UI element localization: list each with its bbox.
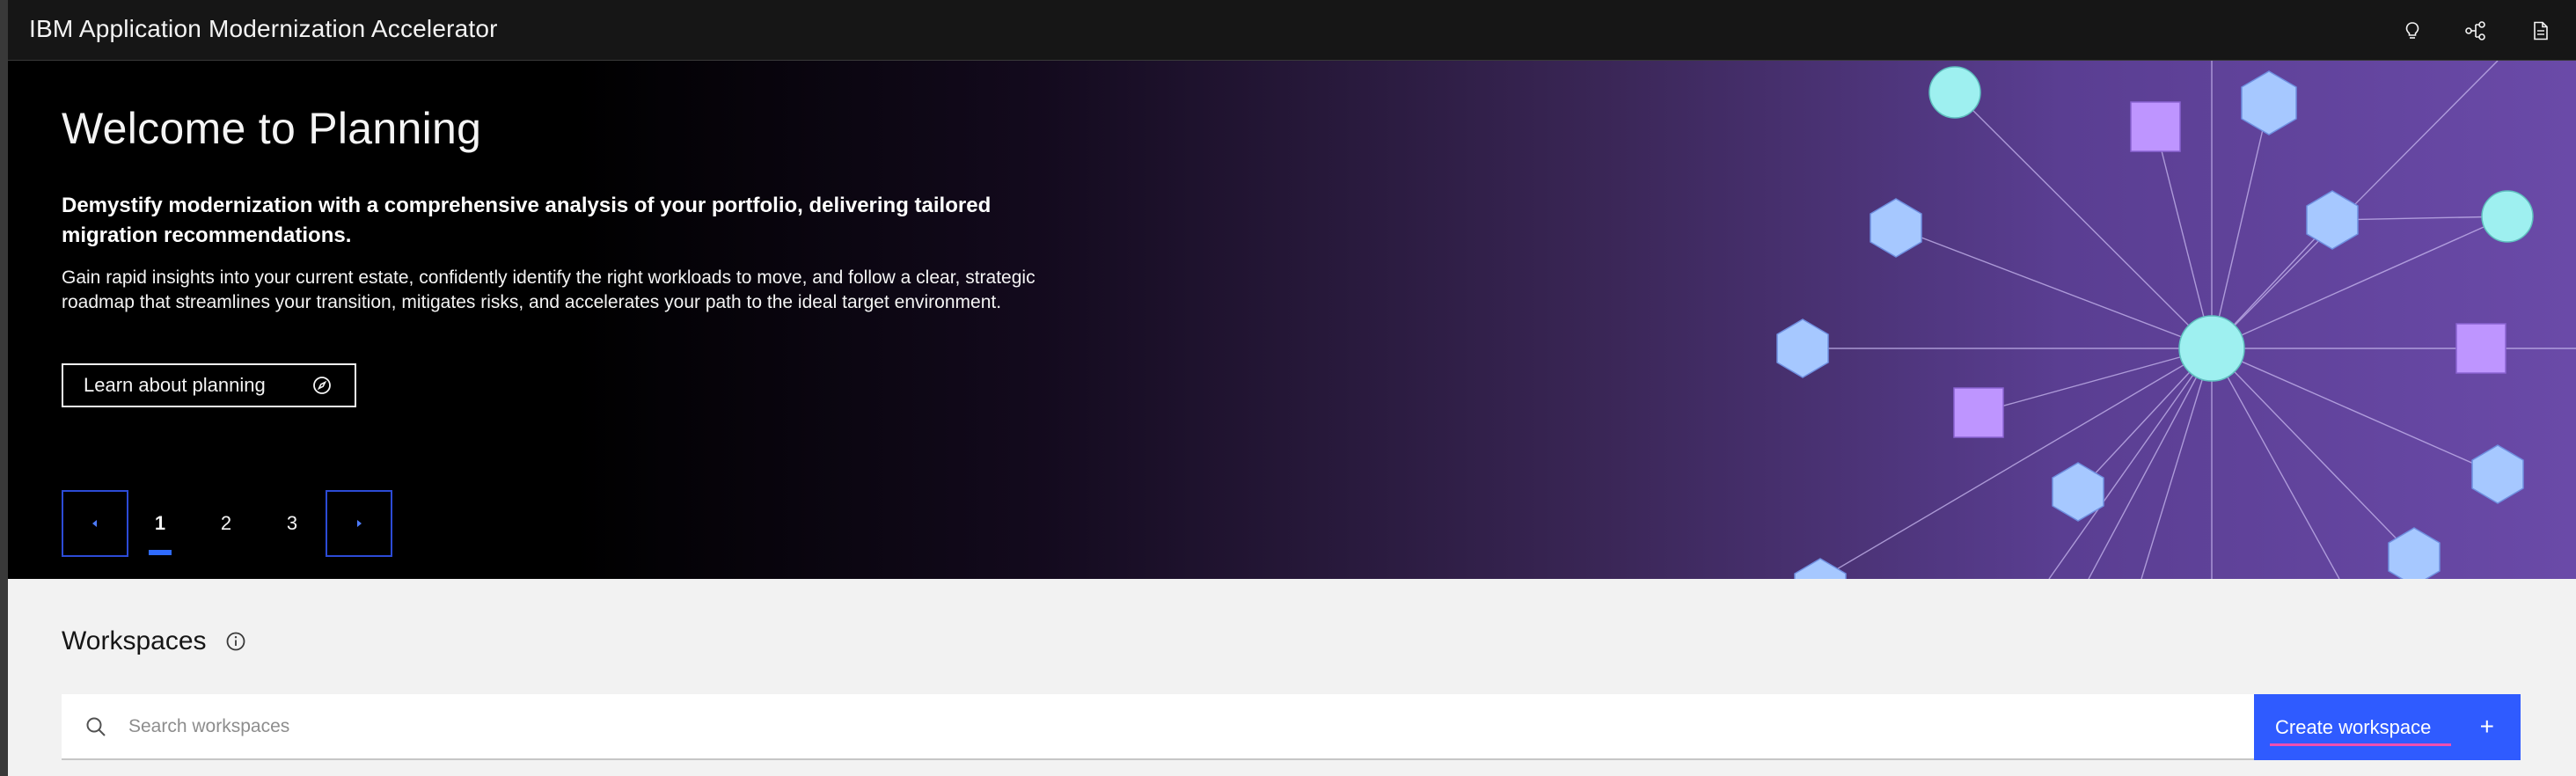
share-network-icon [2465,20,2485,40]
documentation-button[interactable] [2509,0,2572,61]
carousel-page-1[interactable]: 1 [127,490,194,557]
hero-title: Welcome to Planning [62,104,482,153]
lightbulb-button[interactable] [2381,0,2444,61]
workspace-search [62,694,2254,760]
carousel-previous-button[interactable] [62,490,128,557]
network-illustration [1776,61,2576,579]
learn-about-planning-button[interactable]: Learn about planning [62,363,356,407]
top-header: IBM Application Modernization Accelerato… [8,0,2576,61]
focus-underline [2270,743,2451,746]
left-edge-strip [0,0,8,776]
create-workspace-button[interactable]: Create workspace + [2254,694,2521,760]
create-workspace-label: Create workspace [2275,716,2432,738]
hero-description: Gain rapid insights into your current es… [62,267,1036,312]
search-workspaces-input[interactable] [127,694,2238,758]
info-icon[interactable] [225,631,246,652]
document-icon [2534,21,2548,40]
relationships-button[interactable] [2444,0,2507,61]
carousel-page-2[interactable]: 2 [193,490,260,557]
compass-icon [313,377,331,394]
hero-subtitle: Demystify modernization with a comprehen… [62,194,992,247]
search-icon [86,717,106,736]
caret-left-icon [92,520,97,527]
carousel-page-3[interactable]: 3 [259,490,326,557]
lightbulb-icon [2405,21,2419,39]
caret-right-icon [357,520,362,527]
carousel-next-button[interactable] [326,490,392,557]
hero-banner: Welcome to Planning Demystify modernizat… [8,61,2576,579]
workspaces-title: Workspaces [62,626,207,655]
active-page-indicator [149,550,172,555]
app-title: IBM Application Modernization Accelerato… [29,15,498,42]
add-icon: + [2479,713,2494,740]
learn-button-label: Learn about planning [84,374,266,396]
